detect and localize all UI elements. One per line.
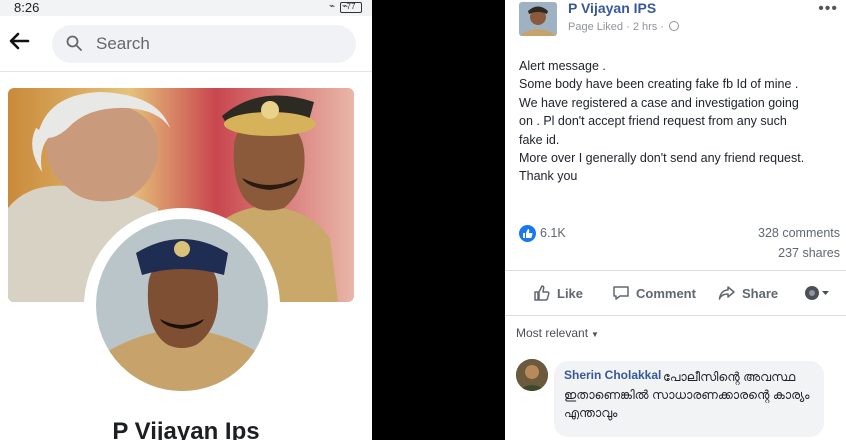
comment-label: Comment — [636, 286, 696, 301]
comment-icon — [612, 286, 636, 301]
more-icon[interactable]: ••• — [818, 0, 838, 18]
status-time: 8:26 — [14, 0, 40, 15]
comment-bubble: Sherin Cholakkal പോലീസിന്റെ അവസ്ഥ ഇതാണെങ… — [554, 361, 824, 437]
share-label: Share — [742, 286, 779, 301]
author-avatar[interactable] — [519, 2, 557, 36]
post-line: We have registered a case and investigat… — [519, 95, 799, 110]
battery-icon: 77 — [340, 2, 362, 13]
comment-button[interactable]: Comment — [612, 284, 696, 302]
shares-count[interactable]: 237 shares — [778, 246, 840, 260]
like-icon — [533, 285, 557, 301]
profile-name: P Vijayan Ips — [112, 418, 260, 440]
post-meta-text: Page Liked · 2 hrs · — [568, 21, 664, 33]
comment-text: പോലീസിന്റെ അവസ്ഥ ഇതാണെങ്കിൽ സാധാരണക്കാരന… — [564, 370, 810, 420]
search-icon — [66, 35, 82, 51]
like-reaction-icon[interactable] — [519, 225, 536, 242]
post-text: Alert message . Some body have been crea… — [519, 57, 844, 186]
reaction-count[interactable]: 6.1K — [540, 226, 566, 240]
post-author[interactable]: P Vijayan IPS — [568, 0, 656, 16]
status-bar: 8:26 ⌁ ⌁ 77 — [0, 0, 372, 16]
post-meta: Page Liked · 2 hrs · — [568, 21, 680, 33]
commenter-avatar[interactable] — [516, 359, 548, 391]
profile-photo[interactable] — [96, 219, 268, 391]
audience-icon[interactable] — [804, 285, 836, 301]
search-placeholder: Search — [96, 34, 150, 53]
post-actions: Like Comment Share — [505, 270, 846, 316]
mobile-profile-screen: 8:26 ⌁ ⌁ 77 Search P Vijayan Ips — [0, 0, 372, 440]
globe-icon — [669, 21, 680, 31]
post-line: on . Pl don't accept friend request from… — [519, 114, 787, 129]
post-line: fake id. — [519, 132, 560, 147]
search-input[interactable]: Search — [52, 25, 356, 63]
share-icon — [718, 286, 742, 301]
share-button[interactable]: Share — [718, 284, 778, 302]
back-arrow-icon[interactable] — [8, 30, 34, 56]
comment-sort-label: Most relevant — [516, 326, 589, 340]
post-line: More over I generally don't send any fri… — [519, 151, 805, 166]
comment-sort-dropdown[interactable]: Most relevant ▼ — [516, 326, 599, 340]
post-line: Thank you — [519, 169, 578, 184]
like-label: Like — [557, 286, 584, 301]
like-button[interactable]: Like — [533, 284, 583, 302]
post-line: Alert message . — [519, 59, 606, 73]
post-line: Some body have been creating fake fb Id … — [519, 77, 799, 92]
top-nav: Search — [0, 16, 372, 72]
facebook-post: P Vijayan IPS Page Liked · 2 hrs · ••• A… — [505, 0, 846, 440]
caret-down-icon: ▼ — [591, 330, 599, 339]
comments-count[interactable]: 328 comments — [758, 226, 840, 240]
